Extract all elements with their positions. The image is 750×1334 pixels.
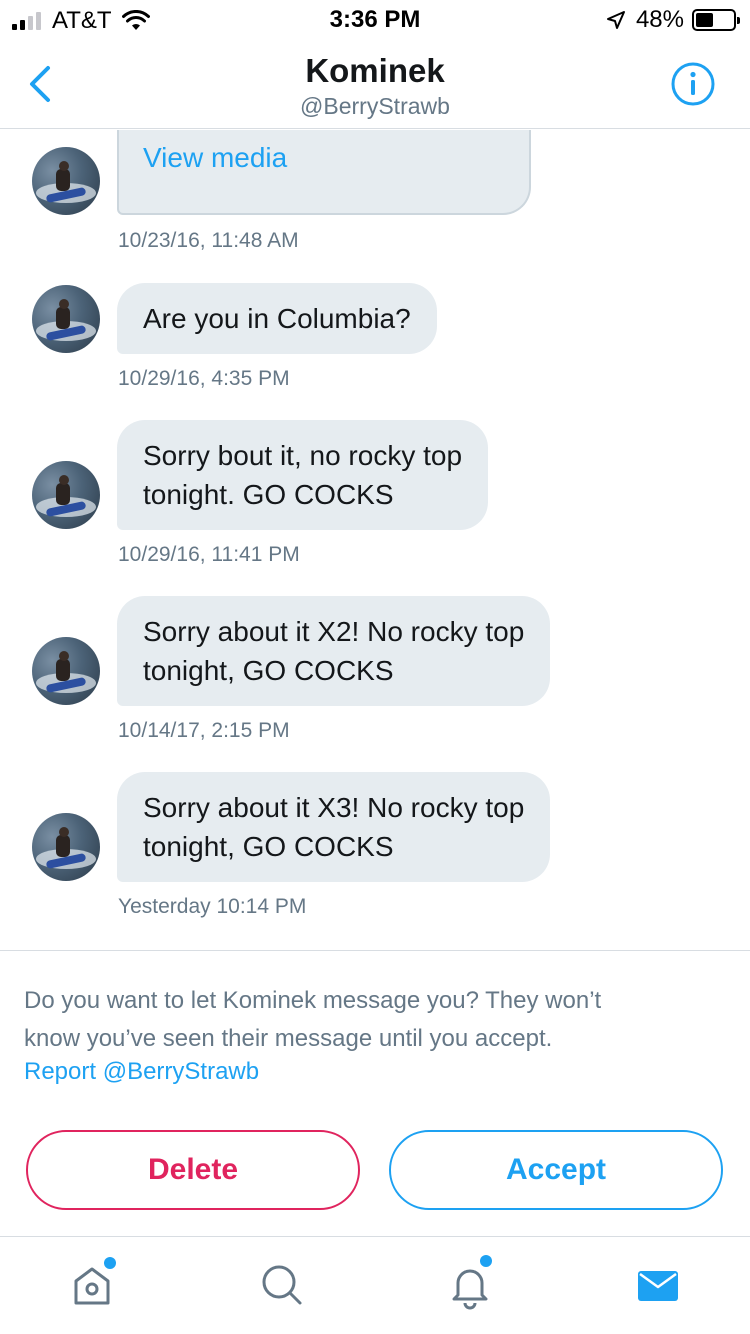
bell-icon bbox=[452, 1269, 488, 1310]
sender-avatar[interactable] bbox=[32, 285, 100, 353]
message-list: View media 10/23/16, 11:48 AM Are you in… bbox=[0, 130, 750, 950]
message-bubble[interactable]: Sorry bout it, no rocky top tonight. GO … bbox=[117, 420, 489, 530]
battery-percent: 48% bbox=[635, 6, 684, 33]
search-icon bbox=[262, 1265, 302, 1305]
tab-messages[interactable] bbox=[632, 1259, 684, 1311]
message-request-prompt: Do you want to let Kominek message you? … bbox=[24, 982, 724, 1058]
notification-dot bbox=[480, 1255, 492, 1267]
message-bubble[interactable]: Are you in Columbia? bbox=[117, 283, 437, 354]
mail-icon bbox=[638, 1271, 678, 1301]
message-timestamp: Yesterday 10:14 PM bbox=[118, 895, 307, 918]
sender-avatar[interactable] bbox=[32, 813, 100, 881]
message-text-line: tonight. GO COCKS bbox=[143, 479, 394, 510]
view-media-link[interactable]: View media bbox=[143, 142, 287, 174]
divider bbox=[0, 950, 750, 951]
message-text-line: tonight, GO COCKS bbox=[143, 655, 394, 686]
report-user-link[interactable]: Report @BerryStrawb bbox=[24, 1058, 259, 1086]
message-timestamp: 10/29/16, 4:35 PM bbox=[118, 367, 290, 390]
message-text-line: Sorry about it X2! No rocky top bbox=[143, 616, 525, 647]
notification-dot bbox=[104, 1257, 116, 1269]
message-text-line: Sorry bout it, no rocky top bbox=[143, 440, 463, 471]
request-prompt-line: know you’ve seen their message until you… bbox=[24, 1025, 553, 1052]
message-timestamp: 10/14/17, 2:15 PM bbox=[118, 719, 290, 742]
tab-bar bbox=[0, 1236, 750, 1334]
tab-home[interactable] bbox=[66, 1257, 118, 1311]
message-text-line: tonight, GO COCKS bbox=[143, 831, 394, 862]
message-text-line: Sorry about it X3! No rocky top bbox=[143, 792, 525, 823]
tab-search[interactable] bbox=[256, 1259, 308, 1311]
conversation-handle: @BerryStrawb bbox=[300, 93, 450, 119]
message-bubble[interactable]: Sorry about it X2! No rocky top tonight,… bbox=[117, 596, 551, 706]
location-arrow-icon bbox=[606, 11, 625, 29]
message-timestamp: 10/29/16, 11:41 PM bbox=[118, 543, 300, 566]
status-right: 48% bbox=[606, 6, 740, 34]
info-button[interactable] bbox=[670, 61, 716, 107]
sender-avatar[interactable] bbox=[32, 637, 100, 705]
accept-button[interactable]: Accept bbox=[389, 1130, 723, 1210]
media-message-bubble[interactable]: View media bbox=[117, 130, 531, 215]
message-bubble[interactable]: Sorry about it X3! No rocky top tonight,… bbox=[117, 772, 551, 882]
message-timestamp: 10/23/16, 11:48 AM bbox=[118, 229, 299, 252]
request-prompt-line: Do you want to let Kominek message you? … bbox=[24, 987, 602, 1014]
sender-avatar[interactable] bbox=[32, 147, 100, 215]
status-bar: AT&T 3:36 PM 48% bbox=[0, 0, 750, 40]
conversation-title: Kominek bbox=[305, 52, 445, 89]
dm-request-screen: AT&T 3:36 PM 48% Kominek @BerryStrawb Vi… bbox=[0, 0, 750, 1334]
delete-button[interactable]: Delete bbox=[26, 1130, 360, 1210]
battery-icon bbox=[692, 9, 740, 31]
conversation-header: Kominek @BerryStrawb bbox=[0, 40, 750, 129]
message-text-line: Are you in Columbia? bbox=[143, 303, 411, 334]
sender-avatar[interactable] bbox=[32, 461, 100, 529]
tab-notifications[interactable] bbox=[444, 1255, 496, 1311]
